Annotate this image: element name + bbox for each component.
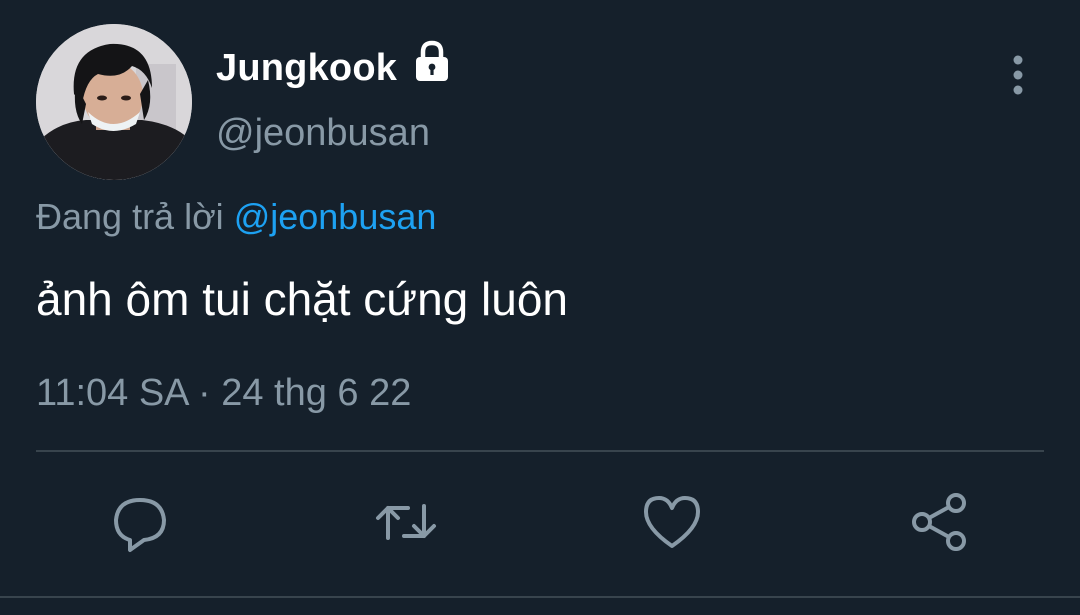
tweet-timestamp[interactable]: 11:04 SA · 24 thg 6 22 (36, 370, 411, 416)
reply-button[interactable] (108, 490, 172, 554)
user-handle[interactable]: @jeonbusan (216, 110, 430, 156)
retweet-icon (376, 504, 436, 540)
tweet-text: ảnh ôm tui chặt cứng luôn (36, 273, 569, 325)
more-options-icon[interactable] (998, 52, 1038, 98)
reply-mention-link[interactable]: @jeonbusan (234, 196, 437, 237)
share-icon (912, 493, 966, 551)
speech-bubble-icon (114, 498, 166, 552)
bottom-divider (0, 596, 1080, 598)
like-button[interactable] (640, 490, 704, 554)
replying-to-label: Đang trả lời (36, 196, 224, 237)
display-name[interactable]: Jungkook (216, 46, 397, 90)
tweet-detail: Jungkook @jeonbusan Đang trả lời @jeonbu… (0, 0, 1080, 615)
lock-icon (410, 40, 454, 84)
divider (36, 450, 1044, 452)
avatar[interactable] (36, 24, 192, 180)
replying-to: Đang trả lời @jeonbusan (36, 194, 436, 240)
share-button[interactable] (908, 490, 972, 554)
retweet-button[interactable] (374, 490, 438, 554)
avatar-photo (36, 24, 192, 180)
heart-icon (644, 496, 700, 548)
